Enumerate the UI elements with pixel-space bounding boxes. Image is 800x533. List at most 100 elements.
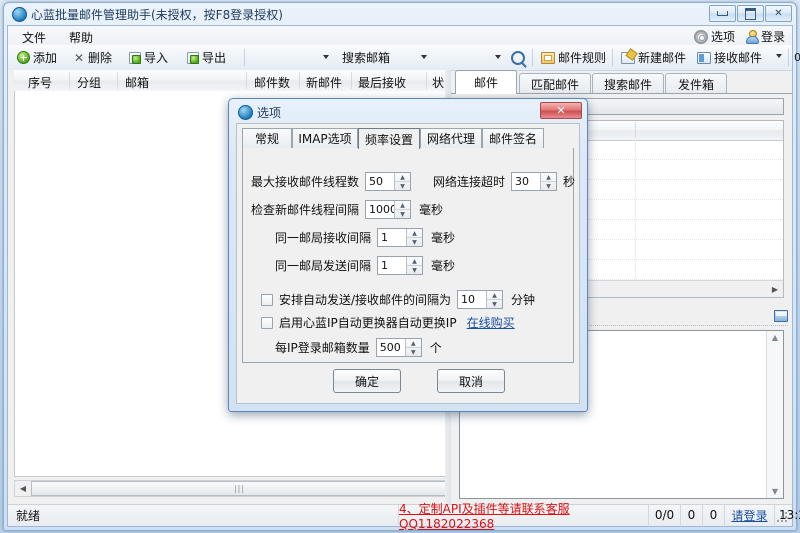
dialog-tab-frequency[interactable]: 频率设置 [358,128,420,149]
max-threads-spinner[interactable]: 50 ▲▼ [365,172,411,191]
scroll-down-icon[interactable]: ▼ [772,485,778,498]
spinner-buttons[interactable]: ▲▼ [394,173,410,190]
spinner-buttons[interactable]: ▲▼ [394,201,410,218]
auto-schedule-spinner[interactable]: 10 ▲▼ [457,290,503,309]
maximize-button[interactable] [737,5,764,22]
check-interval-unit: 毫秒 [419,201,443,218]
editor-vscrollbar[interactable]: ▲ ▼ [766,331,783,498]
column-header-mailcount[interactable]: 邮件数 [254,74,290,91]
spinner-buttons[interactable]: ▲▼ [486,291,502,308]
app-logo-icon [12,7,27,22]
mail-rule-button[interactable]: 邮件规则 [538,48,609,67]
spinner-up-icon[interactable]: ▲ [395,173,410,182]
tab-mail[interactable]: 邮件 [455,70,517,94]
minimize-button[interactable] [709,5,736,22]
toolbar-separator-2 [532,49,533,66]
auto-schedule-checkbox[interactable] [261,294,273,306]
status-login-cell[interactable]: 请登录 [724,505,774,525]
column-header-newmail[interactable]: 新邮件 [306,74,342,91]
dialog-logo-icon [238,105,253,120]
dialog-tab-signature[interactable]: 邮件签名 [482,128,544,148]
spinner-buttons[interactable]: ▲▼ [406,257,422,274]
import-icon [129,52,141,64]
spinner-up-icon[interactable]: ▲ [487,291,502,300]
spinner-down-icon[interactable]: ▼ [407,238,422,246]
col-divider[interactable] [69,72,70,89]
delete-button[interactable]: ✕ 删除 [70,48,115,67]
dialog-tab-proxy[interactable]: 网络代理 [420,128,482,148]
column-header-mailbox[interactable]: 邮箱 [125,74,149,91]
timeout-value: 30 [515,175,529,188]
mail-icon[interactable] [774,310,788,322]
same-office-send-value: 1 [381,259,388,272]
spinner-up-icon[interactable]: ▲ [407,257,422,266]
spinner-buttons[interactable]: ▲▼ [406,229,422,246]
buy-online-link[interactable]: 在线购买 [467,314,515,331]
spinner-down-icon[interactable]: ▼ [541,182,556,190]
mail-tabs: 邮件 匹配邮件 搜索邮件 发件箱 [451,70,792,94]
dialog-close-button[interactable]: ✕ [540,102,582,119]
new-mail-button[interactable]: 新建邮件 [618,48,689,67]
column-header-group[interactable]: 分组 [77,74,101,91]
column-header-index[interactable]: 序号 [28,74,52,91]
tab-outbox[interactable]: 发件箱 [665,73,727,94]
col-divider[interactable] [246,72,247,89]
scroll-up-icon[interactable]: ▲ [772,331,778,344]
options-button[interactable]: 选项 [691,27,738,46]
spinner-down-icon[interactable]: ▼ [395,182,410,190]
col-divider[interactable] [299,72,300,89]
scroll-thumb[interactable]: ||| [31,481,448,496]
spinner-buttons[interactable]: ▲▼ [405,339,421,356]
status-ready: 就绪 [8,505,398,525]
receive-mail-dropdown-icon[interactable] [776,54,782,58]
search-input[interactable] [434,48,504,67]
app-root: 心蓝批量邮件管理助手(未授权，按F8登录授权) ✕ 文件 帮助 选项 [0,0,800,533]
tab-search-mail[interactable]: 搜索邮件 [592,73,664,94]
group-filter-combo[interactable] [252,48,332,67]
spinner-down-icon[interactable]: ▼ [487,300,502,308]
spinner-buttons[interactable]: ▲▼ [540,173,556,190]
dialog-tab-imap[interactable]: IMAP选项 [292,128,358,148]
col-divider[interactable] [351,72,352,89]
mail-counter: 0/0 [794,51,800,64]
scroll-right-icon[interactable]: ▶ [767,282,783,297]
spinner-up-icon[interactable]: ▲ [407,229,422,238]
tab-matched-mail[interactable]: 匹配邮件 [519,73,591,94]
spinner-down-icon[interactable]: ▼ [406,348,421,356]
resize-grip[interactable] [777,512,789,524]
close-button[interactable]: ✕ [765,5,792,22]
mail-col-divider[interactable] [635,122,636,138]
account-list-hscrollbar[interactable]: ◀ ||| [14,480,449,497]
same-office-receive-spinner[interactable]: 1 ▲▼ [377,228,423,247]
cancel-button[interactable]: 取消 [437,369,505,393]
col-divider[interactable] [426,72,427,89]
column-header-lastreceive[interactable]: 最后接收 [358,74,406,91]
spinner-up-icon[interactable]: ▲ [406,339,421,348]
same-office-send-spinner[interactable]: 1 ▲▼ [377,256,423,275]
close-icon: ✕ [556,104,565,117]
status-marquee[interactable]: 4、定制API及插件等请联系客服QQ1182022368 [398,505,648,525]
user-icon [745,30,758,43]
spinner-up-icon[interactable]: ▲ [395,201,410,210]
ip-changer-checkbox[interactable] [261,317,273,329]
timeout-spinner[interactable]: 30 ▲▼ [511,172,557,191]
check-interval-spinner[interactable]: 1000 ▲▼ [365,200,411,219]
per-ip-spinner[interactable]: 500 ▲▼ [376,338,422,357]
spinner-up-icon[interactable]: ▲ [541,173,556,182]
timeout-row: 网络连接超时 30 ▲▼ 秒 [433,172,575,191]
search-button[interactable] [508,48,528,67]
col-divider[interactable] [117,72,118,89]
scroll-left-icon[interactable]: ◀ [15,481,31,496]
import-button[interactable]: 导入 [126,48,171,67]
add-button[interactable]: 添加 [14,48,60,67]
spinner-down-icon[interactable]: ▼ [407,266,422,274]
export-button[interactable]: 导出 [184,48,229,67]
spinner-down-icon[interactable]: ▼ [395,210,410,218]
login-button[interactable]: 登录 [742,27,788,46]
dialog-tab-general[interactable]: 常规 [242,128,292,148]
login-button-label: 登录 [761,28,785,45]
receive-mail-button[interactable]: 接收邮件 [694,48,765,67]
dialog-buttons: 确定 取消 [237,369,579,395]
search-scope-combo[interactable]: 搜索邮箱 [338,48,430,67]
ok-button[interactable]: 确定 [333,369,401,393]
